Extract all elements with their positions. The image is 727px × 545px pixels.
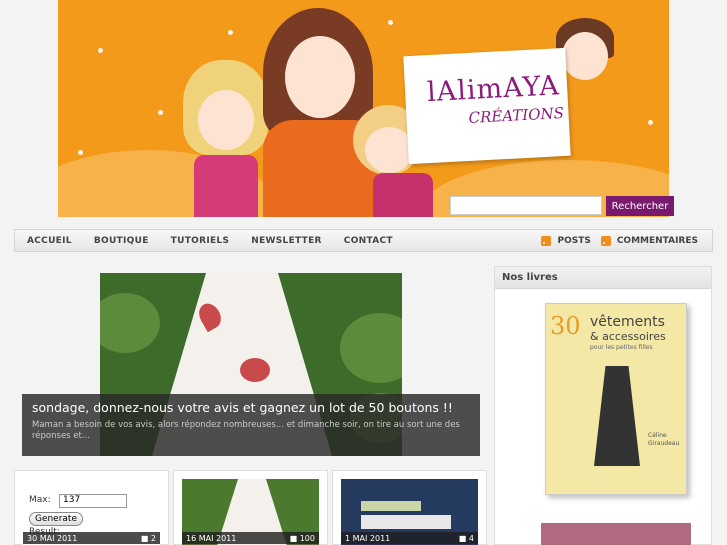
sidebar-heading: Nos livres [495, 267, 711, 289]
search-input[interactable] [450, 196, 602, 215]
nav-item-accueil[interactable]: ACCUEIL [27, 236, 72, 246]
banner-dot [98, 48, 103, 53]
banner-dot [228, 30, 233, 35]
feed-comments-link[interactable]: COMMENTAIRES [617, 236, 698, 246]
post-thumb[interactable]: Max: 137 Generate Result: 30 MAI 2011 ■ … [14, 470, 169, 545]
poppy-motif [240, 358, 270, 382]
feed-links: POSTS COMMENTAIRES [541, 230, 702, 251]
screenshot-block [361, 501, 421, 511]
featured-title[interactable]: sondage, donnez-nous votre avis et gagne… [32, 400, 470, 416]
sidebar-books: Nos livres 30 vêtements & accessoires po… [494, 266, 712, 545]
book-number: 30 [550, 312, 581, 340]
banner-dot [158, 110, 163, 115]
screenshot-block [361, 515, 451, 529]
nav-item-newsletter[interactable]: NEWSLETTER [251, 236, 322, 246]
search-button[interactable]: Rechercher [606, 196, 674, 216]
book-dress-illustration [594, 366, 640, 466]
generate-button: Generate [29, 512, 83, 526]
rss-icon[interactable] [600, 235, 611, 246]
illustration-girl-left [178, 60, 273, 217]
post-date: 16 MAI 2011 [186, 533, 237, 543]
book-title-line1: vêtements [590, 314, 665, 330]
rss-icon[interactable] [541, 235, 552, 246]
post-meta: 16 MAI 2011 ■ 100 [182, 532, 319, 544]
comment-count[interactable]: ■ 2 [141, 534, 156, 543]
featured-excerpt: Maman a besoin de vos avis, alors répond… [32, 420, 460, 441]
nav-item-tutoriels[interactable]: TUTORIELS [171, 236, 230, 246]
comment-count-value: 4 [468, 533, 474, 543]
post-date: 1 MAI 2011 [345, 533, 391, 543]
logo-title: lAlimAYA [426, 70, 561, 109]
book-author: Céline Giraudeau [648, 432, 680, 447]
book-title-line2: & accessoires [590, 330, 666, 343]
post-meta: 30 MAI 2011 ■ 2 [23, 532, 160, 544]
feed-posts-link[interactable]: POSTS [557, 236, 590, 246]
post-thumb[interactable]: 1 MAI 2011 ■ 4 [332, 470, 487, 545]
featured-caption: sondage, donnez-nous votre avis et gagne… [22, 394, 480, 456]
comment-icon: ■ [289, 533, 300, 543]
comment-icon: ■ [140, 533, 151, 543]
main-nav: ACCUEIL BOUTIQUE TUTORIELS NEWSLETTER CO… [14, 229, 713, 252]
foliage [340, 313, 402, 383]
nav-item-boutique[interactable]: BOUTIQUE [94, 236, 149, 246]
max-field: 137 [59, 494, 127, 508]
book-cover[interactable]: 30 vêtements & accessoires pour les peti… [545, 303, 687, 495]
header-banner: lAlimAYA CRÉATIONS [58, 0, 669, 217]
post-meta: 1 MAI 2011 ■ 4 [341, 532, 478, 544]
comment-count-value: 2 [150, 533, 156, 543]
comment-count[interactable]: ■ 4 [459, 534, 474, 543]
banner-dot [78, 150, 83, 155]
logo-subtitle: CRÉATIONS [468, 104, 565, 127]
comment-icon: ■ [458, 533, 469, 543]
max-label: Max: [29, 495, 51, 505]
post-thumb[interactable]: 16 MAI 2011 ■ 100 [173, 470, 328, 545]
comment-count[interactable]: ■ 100 [290, 534, 315, 543]
book-cover-second[interactable] [541, 523, 691, 545]
foliage [100, 293, 160, 353]
post-date: 30 MAI 2011 [27, 533, 78, 543]
banner-dot [648, 120, 653, 125]
nav-item-contact[interactable]: CONTACT [344, 236, 393, 246]
book-title-line3: pour les petites filles [590, 344, 653, 351]
site-logo[interactable]: lAlimAYA CRÉATIONS [403, 47, 571, 165]
banner-dot [388, 20, 393, 25]
comment-count-value: 100 [299, 533, 315, 543]
